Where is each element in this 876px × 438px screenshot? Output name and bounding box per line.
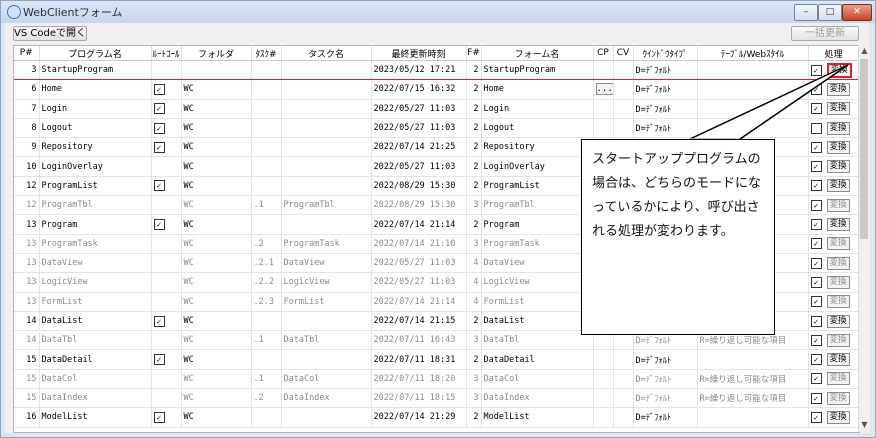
callout-box: スタートアッププログラムの場合は、どちらのモードになっているかにより、呼び出され… [581, 139, 775, 335]
